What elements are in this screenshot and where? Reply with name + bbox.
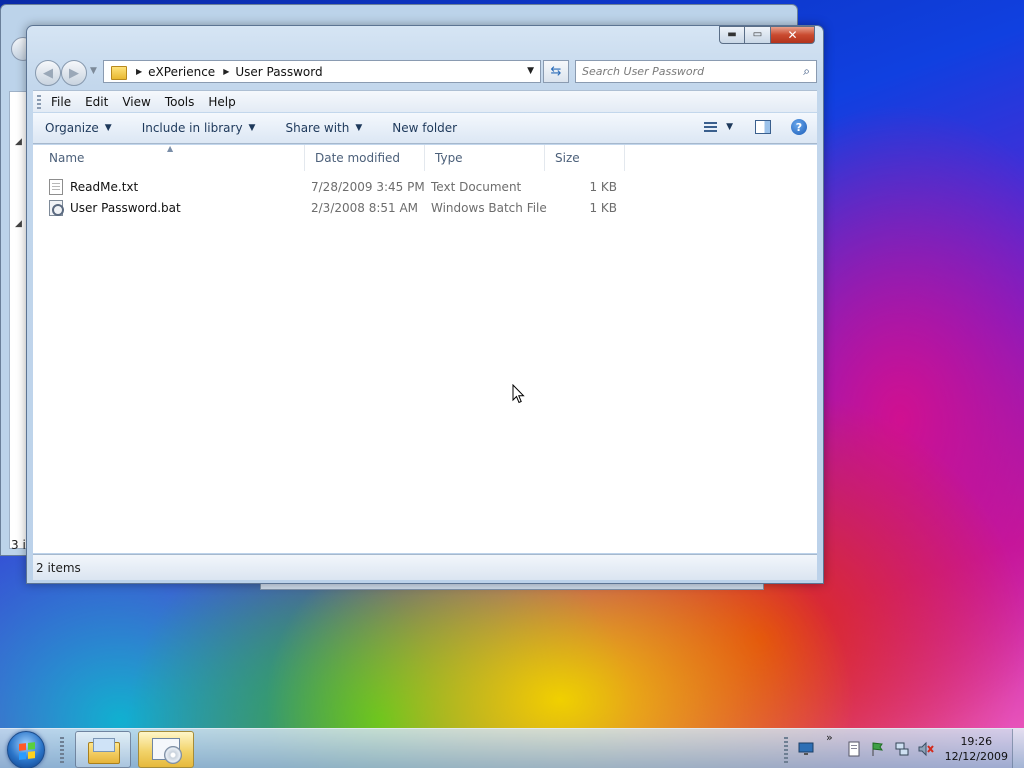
action-center-flag-icon[interactable] bbox=[870, 741, 886, 757]
help-icon[interactable]: ? bbox=[791, 119, 807, 135]
caption-buttons: ▬ ▭ ✕ bbox=[719, 26, 815, 44]
breadcrumb-separator[interactable]: ▶ bbox=[136, 67, 142, 76]
taskbar-explorer-button[interactable] bbox=[75, 731, 131, 768]
show-desktop-button[interactable] bbox=[1012, 729, 1024, 768]
command-bar: Organize ▼ Include in library ▼ Share with… bbox=[33, 113, 817, 144]
batch-file-icon bbox=[49, 199, 64, 216]
refresh-button[interactable]: ⇆ bbox=[543, 60, 569, 83]
minimize-icon: ▬ bbox=[727, 29, 737, 40]
menu-grip bbox=[37, 94, 41, 109]
file-name-cell: ReadMe.txt bbox=[49, 176, 138, 197]
file-date: 2/3/2008 8:51 AM bbox=[311, 200, 419, 215]
include-in-library-button[interactable]: Include in library ▼ bbox=[142, 121, 256, 135]
search-box[interactable]: ⌕ bbox=[575, 60, 817, 83]
network-icon[interactable] bbox=[894, 741, 910, 757]
share-with-button[interactable]: Share with ▼ bbox=[285, 121, 362, 135]
document-icon[interactable] bbox=[846, 741, 862, 757]
clock-time: 19:26 bbox=[960, 735, 993, 748]
include-in-library-label: Include in library bbox=[141, 121, 243, 135]
change-view-icon[interactable] bbox=[702, 120, 720, 134]
close-icon: ✕ bbox=[787, 28, 798, 42]
breadcrumb-separator[interactable]: ▶ bbox=[223, 67, 229, 76]
organize-button[interactable]: Organize ▼ bbox=[45, 121, 112, 135]
folder-icon bbox=[110, 65, 128, 80]
column-header-row: ▲ Name Date modified Type Size bbox=[33, 144, 817, 171]
monitor-icon[interactable] bbox=[798, 741, 814, 757]
back-button[interactable]: ◀ bbox=[35, 60, 61, 86]
file-size: 1 KB bbox=[589, 179, 617, 194]
menu-help[interactable]: Help bbox=[208, 95, 235, 109]
navigation-bar: ◀ ▶ ▼ ▶ eXPerience ▶ User Password ▼ ⇆ ⌕ bbox=[35, 60, 817, 86]
view-controls: ▼ ? bbox=[702, 119, 807, 135]
file-date: 7/28/2009 3:45 PM bbox=[311, 179, 425, 194]
column-size-label: Size bbox=[555, 151, 580, 165]
share-with-label: Share with bbox=[285, 121, 350, 135]
minimize-button[interactable]: ▬ bbox=[719, 26, 745, 44]
file-type: Text Document bbox=[431, 179, 522, 194]
organize-label: Organize bbox=[45, 121, 99, 135]
recent-pages-dropdown[interactable]: ▼ bbox=[90, 66, 97, 76]
address-bar[interactable]: ▶ eXPerience ▶ User Password ▼ bbox=[103, 60, 541, 83]
volume-muted-icon[interactable] bbox=[918, 741, 934, 757]
file-name: User Password.bat bbox=[70, 200, 181, 215]
menu-view[interactable]: View bbox=[122, 95, 150, 109]
column-name[interactable]: Name bbox=[39, 145, 305, 171]
file-list[interactable]: ▲ Name Date modified Type Size ReadMe.tx… bbox=[33, 144, 817, 553]
mouse-cursor-icon bbox=[512, 384, 525, 404]
windows-explorer-icon bbox=[88, 737, 120, 764]
background-tree-expander[interactable]: ◢ bbox=[15, 219, 22, 229]
chevron-down-icon: ▼ bbox=[104, 123, 112, 133]
forward-button[interactable]: ▶ bbox=[61, 60, 87, 86]
menu-file[interactable]: File bbox=[51, 95, 71, 109]
menu-bar: File Edit View Tools Help bbox=[33, 90, 817, 112]
clock[interactable]: 19:26 12/12/2009 bbox=[945, 734, 1008, 764]
status-bar: 2 items bbox=[33, 554, 817, 580]
chevron-down-icon: ▼ bbox=[248, 123, 256, 133]
new-folder-button[interactable]: New folder bbox=[392, 121, 457, 135]
show-hidden-icons-chevron[interactable]: » bbox=[826, 731, 842, 747]
breadcrumb-user-password[interactable]: User Password bbox=[235, 65, 322, 79]
column-name-label: Name bbox=[49, 151, 85, 165]
preview-pane-icon[interactable] bbox=[755, 120, 771, 134]
taskbar-grip[interactable] bbox=[60, 737, 64, 763]
file-row[interactable]: ReadMe.txt 7/28/2009 3:45 PM Text Docume… bbox=[33, 176, 633, 197]
chevron-down-icon: ▼ bbox=[355, 123, 363, 133]
background-tree-expander[interactable]: ◢ bbox=[15, 137, 22, 147]
search-input[interactable] bbox=[582, 62, 792, 81]
search-icon[interactable]: ⌕ bbox=[803, 64, 810, 79]
view-options-dropdown[interactable]: ▼ bbox=[726, 122, 733, 132]
menu-tools[interactable]: Tools bbox=[165, 95, 195, 109]
column-type[interactable]: Type bbox=[425, 145, 545, 171]
file-name-cell: User Password.bat bbox=[49, 197, 181, 218]
file-type: Windows Batch File bbox=[431, 200, 547, 215]
menu-edit[interactable]: Edit bbox=[85, 95, 108, 109]
column-date-modified[interactable]: Date modified bbox=[305, 145, 425, 171]
forward-arrow-icon: ▶ bbox=[69, 65, 79, 81]
back-arrow-icon: ◀ bbox=[43, 65, 53, 81]
maximize-button[interactable]: ▭ bbox=[745, 26, 771, 44]
new-folder-label: New folder bbox=[392, 121, 458, 135]
refresh-icon: ⇆ bbox=[550, 64, 562, 79]
start-button[interactable] bbox=[7, 731, 45, 768]
tray-grip[interactable] bbox=[784, 737, 788, 763]
explorer-window[interactable]: ▬ ▭ ✕ ◀ ▶ ▼ ▶ eXPerience ▶ User Password… bbox=[26, 25, 824, 584]
column-type-label: Type bbox=[435, 151, 463, 165]
column-date-label: Date modified bbox=[315, 151, 401, 165]
setup-disc-icon bbox=[150, 736, 182, 764]
clock-date: 12/12/2009 bbox=[944, 750, 1008, 763]
file-row[interactable]: User Password.bat 2/3/2008 8:51 AM Windo… bbox=[33, 197, 633, 218]
address-dropdown-icon[interactable]: ▼ bbox=[527, 66, 534, 76]
column-size[interactable]: Size bbox=[545, 145, 625, 171]
file-name: ReadMe.txt bbox=[70, 179, 139, 194]
file-size: 1 KB bbox=[589, 200, 617, 215]
item-count: 2 items bbox=[36, 560, 81, 575]
taskbar-setup-button[interactable] bbox=[138, 731, 194, 768]
maximize-icon: ▭ bbox=[752, 29, 763, 40]
taskbar: » 19:26 12/12/2009 bbox=[0, 728, 1024, 768]
breadcrumb-experience[interactable]: eXPerience bbox=[148, 65, 215, 79]
close-button[interactable]: ✕ bbox=[771, 26, 815, 44]
text-file-icon bbox=[49, 178, 63, 195]
